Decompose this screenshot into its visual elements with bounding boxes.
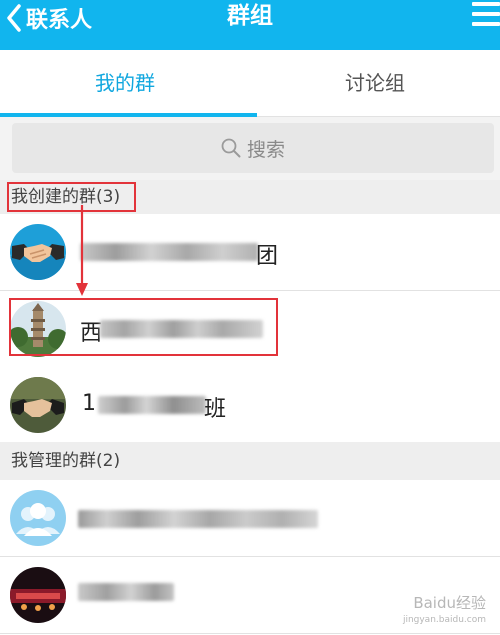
redacted-name <box>80 243 258 261</box>
search-icon <box>221 138 241 158</box>
group-avatar <box>10 567 66 623</box>
annotation-box-row <box>9 298 278 356</box>
group-row[interactable] <box>0 480 500 557</box>
watermark-brand: Baidu经验 <box>413 594 486 612</box>
handshake-icon <box>10 377 66 433</box>
group-avatar <box>10 490 66 546</box>
annotation-box-section <box>7 182 136 212</box>
tab-my-groups[interactable]: 我的群 <box>0 50 250 116</box>
menu-icon[interactable] <box>470 0 500 30</box>
default-group-icon <box>10 490 66 546</box>
group-avatar <box>10 224 66 280</box>
name-fragment: 1 <box>82 391 96 416</box>
section-header-managed: 我管理的群(2) <box>0 442 500 480</box>
redacted-name <box>98 396 206 414</box>
tab-bar: 我的群 讨论组 <box>0 50 500 117</box>
handshake-icon <box>10 224 66 280</box>
title-bar: 联系人 群组 <box>0 0 500 50</box>
redacted-name <box>78 583 174 601</box>
watermark: Baidu经验 jingyan.baidu.com <box>403 595 486 629</box>
watermark-url: jingyan.baidu.com <box>402 615 486 625</box>
section-label-managed: 我管理的群(2) <box>11 451 121 471</box>
group-row[interactable]: 1 班 <box>0 367 500 444</box>
search-area: 搜索 <box>0 117 500 180</box>
name-fragment: 班 <box>204 397 227 422</box>
stage-photo-icon <box>10 567 66 623</box>
annotation-arrow <box>76 205 88 296</box>
page-title: 群组 <box>227 3 273 29</box>
redacted-name <box>78 510 318 528</box>
search-input[interactable]: 搜索 <box>12 123 494 173</box>
search-placeholder: 搜索 <box>246 138 285 161</box>
tab-discussion-groups[interactable]: 讨论组 <box>250 50 500 116</box>
name-fragment: 团 <box>256 244 279 269</box>
group-avatar <box>10 377 66 433</box>
